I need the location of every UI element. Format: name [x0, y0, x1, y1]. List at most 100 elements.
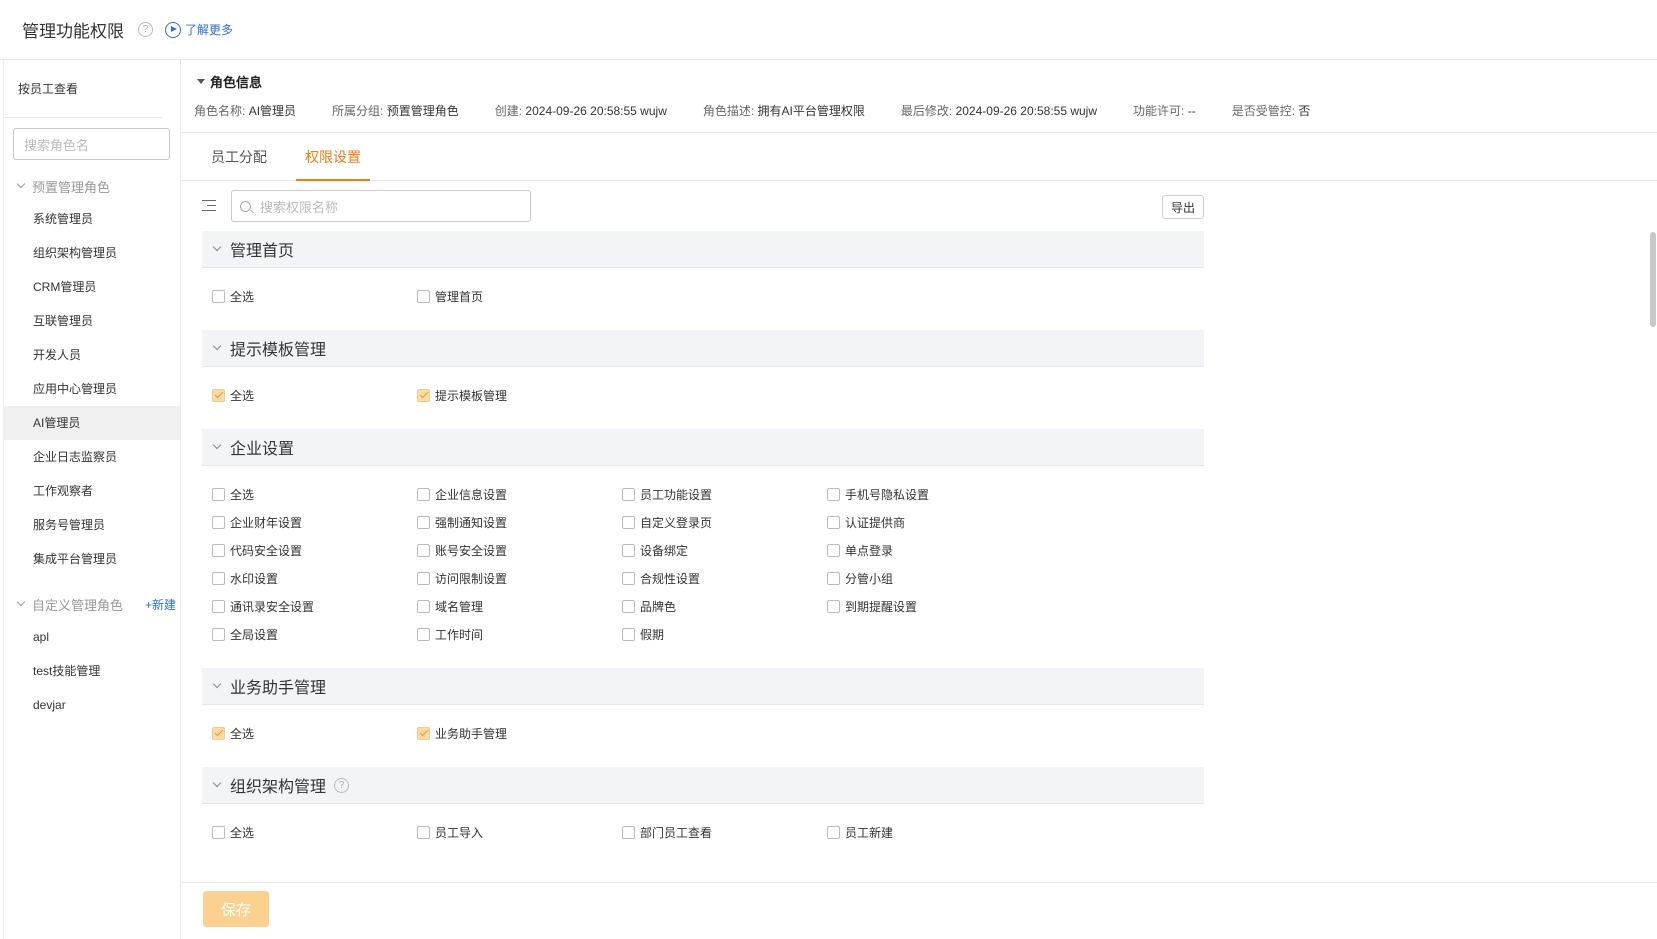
checkbox[interactable] — [212, 825, 225, 839]
checkbox[interactable] — [622, 627, 635, 641]
checkbox[interactable] — [417, 599, 430, 613]
select-all-checkbox[interactable]: 全选 — [212, 288, 417, 304]
sidebar-item-role[interactable]: devjar — [4, 688, 180, 722]
sidebar-item-role[interactable]: test技能管理 — [4, 654, 180, 688]
checkbox[interactable] — [622, 599, 635, 613]
checkbox[interactable] — [827, 515, 840, 529]
permission-checkbox[interactable]: 管理首页 — [417, 288, 622, 304]
permission-checkbox[interactable]: 通讯录安全设置 — [212, 598, 417, 614]
checkbox[interactable] — [417, 515, 430, 529]
checkbox[interactable] — [417, 487, 430, 501]
tab-permission-settings[interactable]: 权限设置 — [296, 133, 370, 181]
checkbox[interactable] — [417, 627, 430, 641]
checkbox[interactable] — [827, 487, 840, 501]
permission-checkbox[interactable]: 账号安全设置 — [417, 542, 622, 558]
sidebar-item-role[interactable]: 企业日志监察员 — [4, 440, 180, 474]
checkbox[interactable] — [417, 388, 430, 402]
permission-checkbox[interactable]: 认证提供商 — [827, 514, 1032, 530]
checkbox[interactable] — [622, 515, 635, 529]
permission-checkbox[interactable]: 提示模板管理 — [417, 387, 622, 403]
checkbox[interactable] — [417, 726, 430, 740]
checkbox[interactable] — [212, 388, 225, 402]
checkbox[interactable] — [827, 571, 840, 585]
checkbox[interactable] — [622, 571, 635, 585]
permission-search-input[interactable]: 搜索权限名称 — [231, 190, 531, 222]
checkbox[interactable] — [212, 726, 225, 740]
section-header[interactable]: 提示模板管理 — [202, 330, 1204, 367]
section-header[interactable]: 管理首页 — [202, 231, 1204, 268]
tab-employee-assignment[interactable]: 员工分配 — [202, 133, 276, 181]
section-header[interactable]: 业务助手管理 — [202, 668, 1204, 705]
permission-checkbox[interactable]: 访问限制设置 — [417, 570, 622, 586]
sidebar-item-role[interactable]: 应用中心管理员 — [4, 372, 180, 406]
sidebar-item-role[interactable]: 服务号管理员 — [4, 508, 180, 542]
sidebar-item-role[interactable]: 开发人员 — [4, 338, 180, 372]
checkbox[interactable] — [622, 487, 635, 501]
permission-checkbox[interactable]: 手机号隐私设置 — [827, 486, 1032, 502]
section-header[interactable]: 企业设置 — [202, 429, 1204, 466]
select-all-checkbox[interactable]: 全选 — [212, 387, 417, 403]
permission-checkbox[interactable]: 企业财年设置 — [212, 514, 417, 530]
sidebar-item-role[interactable]: CRM管理员 — [4, 270, 180, 304]
permission-checkbox[interactable]: 员工新建 — [827, 824, 1032, 840]
checkbox[interactable] — [417, 571, 430, 585]
select-all-checkbox[interactable]: 全选 — [212, 824, 417, 840]
checkbox[interactable] — [212, 289, 225, 303]
save-button[interactable]: 保存 — [203, 891, 269, 927]
help-icon[interactable]: ? — [334, 777, 350, 793]
sidebar-item-role[interactable]: 工作观察者 — [4, 474, 180, 508]
sidebar-item-role[interactable]: AI管理员 — [4, 406, 180, 440]
permission-checkbox[interactable]: 全局设置 — [212, 626, 417, 642]
learn-more-link[interactable]: 了解更多 — [165, 21, 233, 38]
scrollbar[interactable] — [1650, 232, 1656, 327]
role-info-toggle[interactable]: 角色信息 — [194, 72, 1657, 91]
section-header[interactable]: 组织架构管理? — [202, 767, 1204, 804]
checkbox[interactable] — [417, 825, 430, 839]
permission-checkbox[interactable]: 域名管理 — [417, 598, 622, 614]
checkbox[interactable] — [212, 627, 225, 641]
sidebar-item-role[interactable]: apl — [4, 620, 180, 654]
collapse-all-icon[interactable] — [202, 200, 216, 212]
permission-checkbox[interactable]: 自定义登录页 — [622, 514, 827, 530]
checkbox[interactable] — [212, 571, 225, 585]
checkbox[interactable] — [212, 543, 225, 557]
permission-checkbox[interactable]: 品牌色 — [622, 598, 827, 614]
permission-checkbox[interactable]: 企业信息设置 — [417, 486, 622, 502]
preset-role-group[interactable]: 预置管理角色 — [4, 170, 180, 202]
permission-checkbox[interactable]: 合规性设置 — [622, 570, 827, 586]
select-all-checkbox[interactable]: 全选 — [212, 486, 417, 502]
permission-checkbox[interactable]: 到期提醒设置 — [827, 598, 1032, 614]
permission-checkbox[interactable]: 员工功能设置 — [622, 486, 827, 502]
sidebar-item-role[interactable]: 互联管理员 — [4, 304, 180, 338]
checkbox[interactable] — [417, 543, 430, 557]
permission-checkbox[interactable]: 代码安全设置 — [212, 542, 417, 558]
sidebar-item-role[interactable]: 组织架构管理员 — [4, 236, 180, 270]
role-search-input[interactable]: 搜索角色名 — [13, 128, 170, 160]
view-by-employee[interactable]: 按员工查看 — [4, 60, 162, 118]
permission-checkbox[interactable]: 假期 — [622, 626, 827, 642]
select-all-checkbox[interactable]: 全选 — [212, 725, 417, 741]
checkbox[interactable] — [212, 599, 225, 613]
checkbox[interactable] — [827, 825, 840, 839]
new-role-link[interactable]: +新建 — [145, 596, 176, 613]
permission-checkbox[interactable]: 单点登录 — [827, 542, 1032, 558]
permission-checkbox[interactable]: 业务助手管理 — [417, 725, 622, 741]
permission-checkbox[interactable]: 水印设置 — [212, 570, 417, 586]
sidebar-item-role[interactable]: 集成平台管理员 — [4, 542, 180, 576]
permission-checkbox[interactable]: 设备绑定 — [622, 542, 827, 558]
permission-checkbox[interactable]: 员工导入 — [417, 824, 622, 840]
help-icon[interactable]: ? — [138, 22, 153, 37]
custom-role-group[interactable]: 自定义管理角色 +新建 — [4, 588, 180, 620]
checkbox[interactable] — [622, 543, 635, 557]
checkbox[interactable] — [622, 825, 635, 839]
checkbox[interactable] — [212, 515, 225, 529]
sidebar-item-role[interactable]: 系统管理员 — [4, 202, 180, 236]
permission-checkbox[interactable]: 工作时间 — [417, 626, 622, 642]
checkbox[interactable] — [827, 543, 840, 557]
permission-checkbox[interactable]: 分管小组 — [827, 570, 1032, 586]
checkbox[interactable] — [417, 289, 430, 303]
checkbox[interactable] — [212, 487, 225, 501]
checkbox[interactable] — [827, 599, 840, 613]
permission-checkbox[interactable]: 部门员工查看 — [622, 824, 827, 840]
permission-checkbox[interactable]: 强制通知设置 — [417, 514, 622, 530]
